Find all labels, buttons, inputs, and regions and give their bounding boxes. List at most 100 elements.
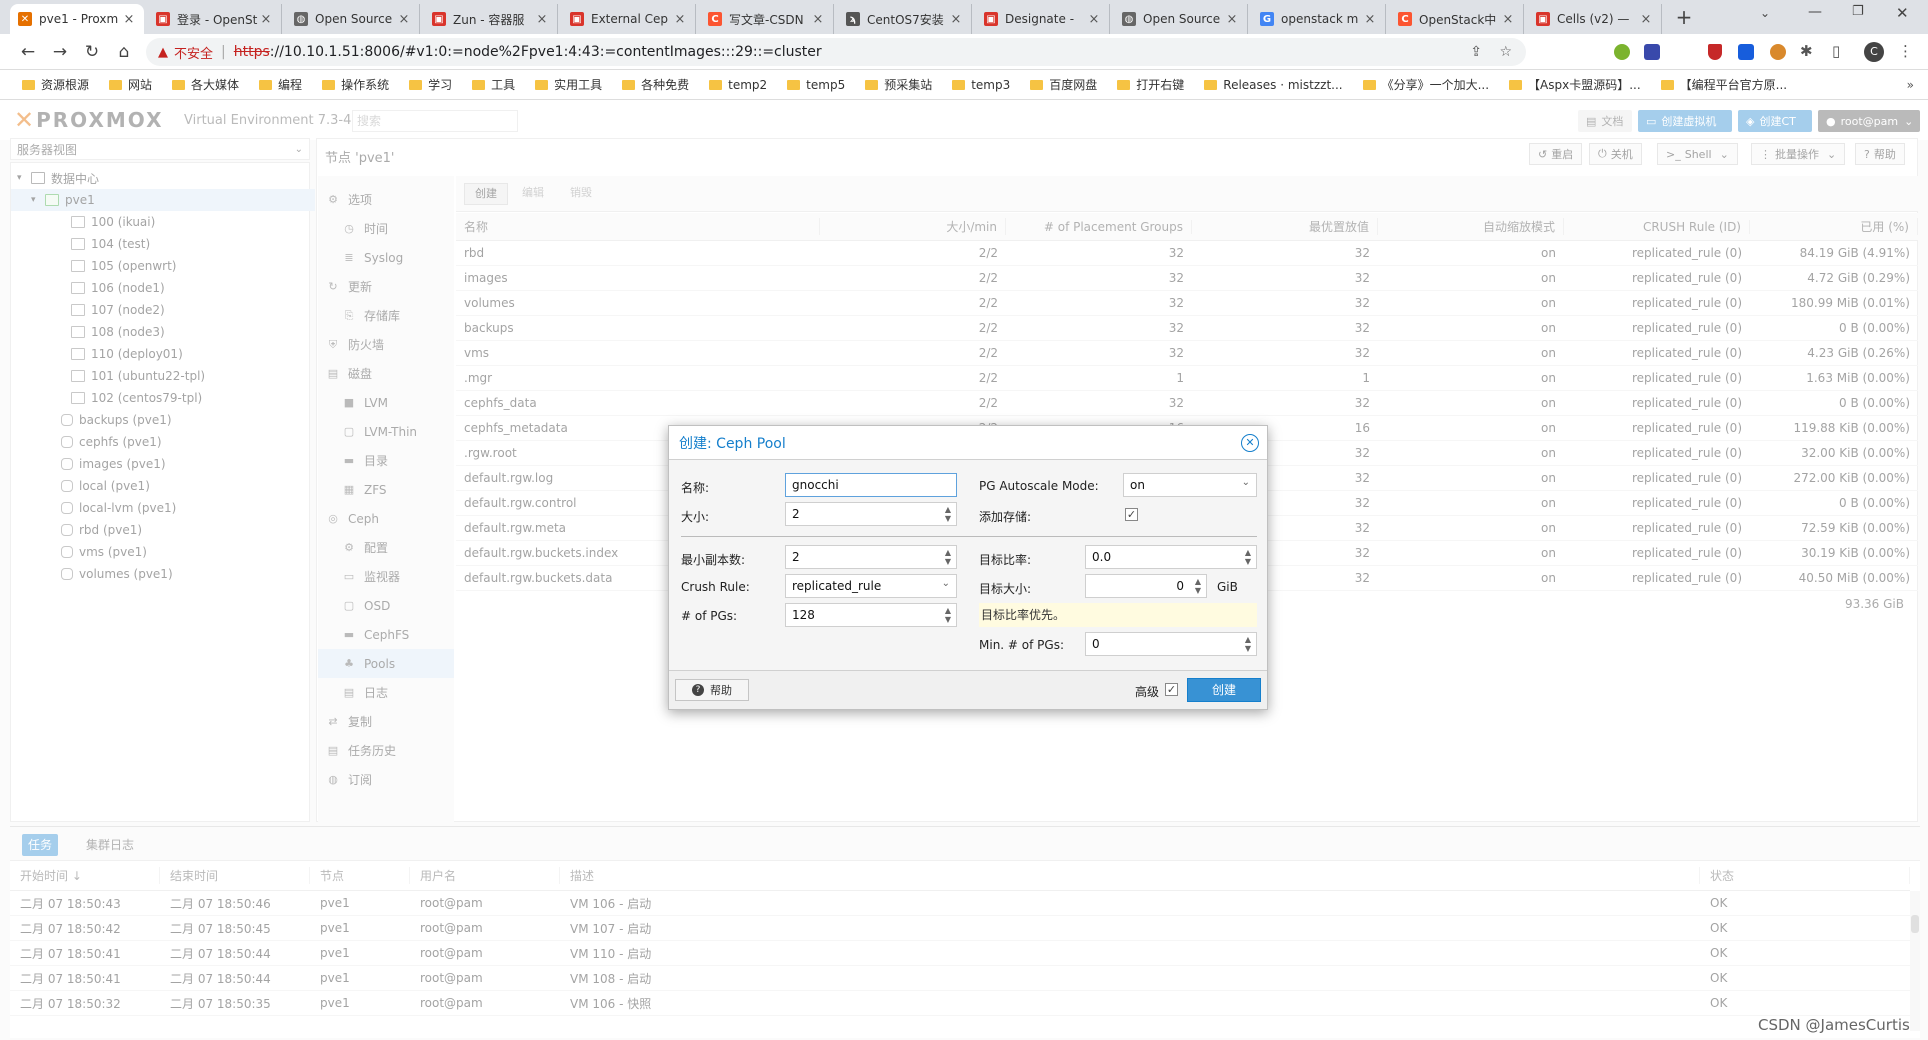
spinner-icon[interactable]: ▲ ▼ xyxy=(1242,634,1254,654)
tree-node-pve1[interactable]: ▾ pve1 xyxy=(11,189,315,211)
tab-close-icon[interactable]: × xyxy=(811,12,825,27)
pools-row[interactable]: images 2/2 32 32 on replicated_rule (0) 4.72 G… xyxy=(456,266,1918,291)
bookmark-item[interactable]: 各种免费 xyxy=(622,76,689,93)
tree-vm-item[interactable]: 110 (deploy01) xyxy=(17,343,317,365)
tree-storage-item[interactable]: volumes (pve1) xyxy=(17,563,317,585)
bookmark-item[interactable]: temp5 xyxy=(787,78,845,92)
tab-close-icon[interactable]: × xyxy=(259,12,273,27)
node-menu-item[interactable]: ⇄ 复制 xyxy=(318,707,454,736)
name-input[interactable]: gnocchi xyxy=(785,473,957,497)
tasks-row[interactable]: 二月 07 18:50:41 二月 07 18:50:44 pve1 root@pam… xyxy=(10,966,1910,991)
bookmark-item[interactable]: 百度网盘 xyxy=(1030,76,1097,93)
tasks-row[interactable]: 二月 07 18:50:42 二月 07 18:50:45 pve1 root@pam… xyxy=(10,916,1910,941)
bookmark-item[interactable]: 各大媒体 xyxy=(172,76,239,93)
pools-column-header[interactable]: # of Placement Groups xyxy=(1006,219,1192,234)
min-size-stepper[interactable]: 2 ▲ ▼ xyxy=(785,545,957,569)
help-button[interactable]: ? 帮助 xyxy=(1855,143,1905,165)
bookmark-item[interactable]: 工具 xyxy=(472,76,515,93)
tree-vm-item[interactable]: 108 (node3) xyxy=(17,321,317,343)
node-menu-item[interactable]: ≣ Syslog xyxy=(318,243,454,272)
add-storage-checkbox[interactable]: ✓ xyxy=(1125,508,1138,521)
tab-tasks[interactable]: 任务 xyxy=(22,834,59,856)
scrollbar-thumb[interactable] xyxy=(1911,915,1919,933)
sidepanel-icon[interactable]: ▯ xyxy=(1832,42,1840,60)
pool-edit-button[interactable]: 编辑 xyxy=(512,183,554,205)
tab-close-icon[interactable]: × xyxy=(535,12,549,27)
node-menu-item[interactable]: ■ LVM xyxy=(318,388,454,417)
tasks-column-header[interactable]: 用户名 xyxy=(410,867,560,884)
node-menu-item[interactable]: ▦ ZFS xyxy=(318,475,454,504)
spinner-icon[interactable]: ▲ ▼ xyxy=(942,605,954,625)
spinner-icon[interactable]: ▲ ▼ xyxy=(942,504,954,524)
node-menu-item[interactable]: ▭ 监视器 xyxy=(318,562,454,591)
spinner-icon[interactable]: ▲ ▼ xyxy=(1242,547,1254,567)
browser-tab[interactable]: ▣ 登录 - OpenSt × xyxy=(148,4,282,34)
tasks-column-header[interactable]: 描述 xyxy=(560,867,1700,884)
node-menu-item[interactable]: ▤ 日志 xyxy=(318,678,454,707)
bookmark-item[interactable]: 【Aspx卡盟源码】... xyxy=(1509,76,1641,93)
tasks-column-header[interactable]: 结束时间 xyxy=(160,867,310,884)
user-menu-button[interactable]: ● root@pam ⌄ xyxy=(1818,110,1920,132)
pools-column-header[interactable]: 自动缩放模式 xyxy=(1378,218,1564,235)
pools-row[interactable]: rbd 2/2 32 32 on replicated_rule (0) 84.19 GiB… xyxy=(456,241,1918,266)
server-view-select[interactable]: 服务器视图 ⌄ xyxy=(10,138,310,160)
tree-storage-item[interactable]: local (pve1) xyxy=(17,475,317,497)
node-menu-item[interactable]: ↻ 更新 xyxy=(318,272,454,301)
node-menu-item[interactable]: ▬ 目录 xyxy=(318,446,454,475)
min-pgs-stepper[interactable]: 0 ▲ ▼ xyxy=(1085,632,1257,656)
target-size-stepper[interactable]: 0 ▲ ▼ xyxy=(1085,574,1207,598)
pools-row[interactable]: vms 2/2 32 32 on replicated_rule (0) 4.23 GiB … xyxy=(456,341,1918,366)
size-stepper[interactable]: 2 ▲ ▼ xyxy=(785,502,957,526)
shutdown-button[interactable]: ⏻ 关机 xyxy=(1589,143,1642,165)
dialog-create-button[interactable]: 创建 xyxy=(1187,678,1261,702)
pools-row[interactable]: cephfs_data 2/2 32 32 on replicated_rule (0) 0… xyxy=(456,391,1918,416)
bookmark-item[interactable]: 打开右键 xyxy=(1117,76,1184,93)
tree-storage-item[interactable]: images (pve1) xyxy=(17,453,317,475)
pools-column-header[interactable]: 名称 xyxy=(456,218,820,235)
node-menu-item[interactable]: ⎘ 存储库 xyxy=(318,301,454,330)
extension-wechat-icon[interactable] xyxy=(1614,44,1630,60)
tree-storage-item[interactable]: vms (pve1) xyxy=(17,541,317,563)
browser-tab[interactable]: ▣ External Cep × xyxy=(562,4,696,34)
tree-vm-item[interactable]: 105 (openwrt) xyxy=(17,255,317,277)
tab-close-icon[interactable]: × xyxy=(397,12,411,27)
restore-button[interactable]: ❐ xyxy=(1852,4,1864,19)
bookmark-item[interactable]: temp3 xyxy=(952,78,1010,92)
home-icon[interactable]: ⌂ xyxy=(112,40,136,64)
tab-cluster-log[interactable]: 集群日志 xyxy=(80,834,140,856)
node-menu-item[interactable]: ♣ Pools xyxy=(318,649,454,678)
extension-badge-icon[interactable] xyxy=(1644,44,1660,60)
bookmark-item[interactable]: 编程 xyxy=(259,76,302,93)
tasks-column-header[interactable]: 状态 xyxy=(1700,867,1910,884)
tab-close-icon[interactable]: × xyxy=(673,12,687,27)
extension-cookie-icon[interactable] xyxy=(1770,44,1786,60)
target-ratio-stepper[interactable]: 0.0 ▲ ▼ xyxy=(1085,545,1257,569)
pools-row[interactable]: .mgr 2/2 1 1 on replicated_rule (0) 1.63 MiB (… xyxy=(456,366,1918,391)
bookmark-item[interactable]: 操作系统 xyxy=(322,76,389,93)
docs-button[interactable]: ▤ 文档 xyxy=(1578,110,1632,132)
extensions-puzzle-icon[interactable]: ✱ xyxy=(1800,42,1813,60)
bookmark-item[interactable]: 资源根源 xyxy=(22,76,89,93)
tree-storage-item[interactable]: rbd (pve1) xyxy=(17,519,317,541)
bookmarks-overflow-icon[interactable]: » xyxy=(1907,78,1914,92)
crush-rule-select[interactable]: replicated_rule ⌄ xyxy=(785,574,957,598)
bookmark-item[interactable]: Releases · mistzzt... xyxy=(1204,78,1343,92)
bookmark-item[interactable]: 学习 xyxy=(409,76,452,93)
tab-close-icon[interactable]: × xyxy=(1639,12,1653,27)
tab-search-icon[interactable]: ⌄ xyxy=(1760,6,1770,20)
tree-storage-item[interactable]: local-lvm (pve1) xyxy=(17,497,317,519)
pools-column-header[interactable]: 最优置放值 xyxy=(1192,218,1378,235)
tasks-column-header[interactable]: 节点 xyxy=(310,867,410,884)
minimize-button[interactable]: — xyxy=(1808,4,1822,20)
tab-close-icon[interactable]: × xyxy=(1087,12,1101,27)
shell-button[interactable]: >_ Shell ⌄ xyxy=(1657,143,1738,165)
node-menu-item[interactable]: ▬ CephFS xyxy=(318,620,454,649)
spinner-icon[interactable]: ▲ ▼ xyxy=(1192,576,1204,596)
pools-row[interactable]: backups 2/2 32 32 on replicated_rule (0) 0 B (… xyxy=(456,316,1918,341)
pve-search-input[interactable]: 搜索 xyxy=(352,110,518,132)
node-menu-item[interactable]: ◍ 订阅 xyxy=(318,765,454,794)
pools-column-header[interactable]: 已用 (%) xyxy=(1750,218,1918,235)
node-menu-item[interactable]: ▤ 任务历史 xyxy=(318,736,454,765)
browser-tab[interactable]: C OpenStack中 × xyxy=(1390,4,1524,34)
tasks-scrollbar[interactable] xyxy=(1910,891,1920,1031)
